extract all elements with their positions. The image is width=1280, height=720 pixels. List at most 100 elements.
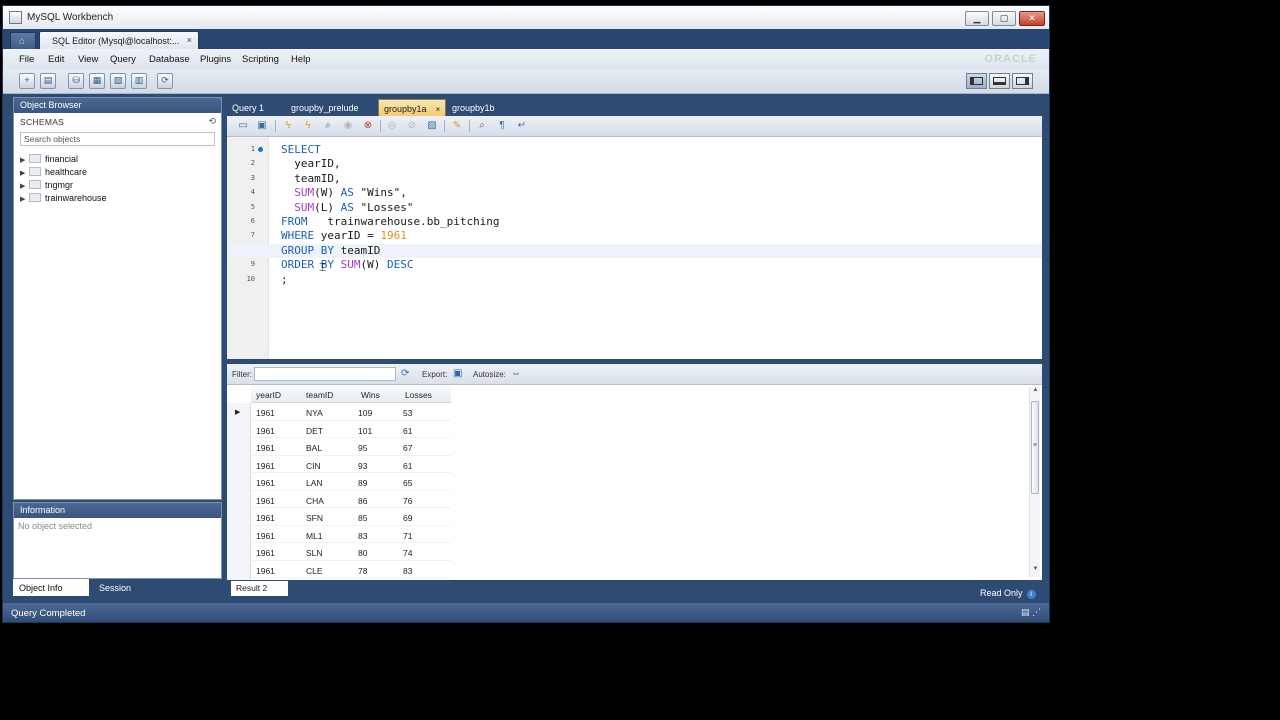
close-tab-icon[interactable]: × — [436, 105, 441, 114]
table-cell[interactable]: 78 — [358, 566, 367, 576]
table-row[interactable]: 1961 CIN 93 61 — [251, 456, 451, 473]
table-cell[interactable]: DET — [306, 426, 323, 436]
table-cell[interactable]: 101 — [358, 426, 372, 436]
table-cell[interactable]: 53 — [403, 408, 412, 418]
reconnect-icon[interactable]: ⟳ — [157, 73, 173, 89]
search-objects-input[interactable] — [20, 132, 215, 146]
schema-item-financial[interactable]: ▶ financial — [20, 154, 78, 166]
table-cell[interactable]: SFN — [306, 513, 323, 523]
home-tab[interactable]: ⌂ — [10, 32, 36, 49]
info-icon[interactable]: i — [1026, 590, 1036, 599]
table-cell[interactable]: CIN — [306, 461, 321, 471]
code-line[interactable]: teamID, — [281, 172, 1042, 186]
code-line[interactable]: ORDER BY SUM(W) DESC — [281, 258, 1042, 272]
menu-scripting[interactable]: Scripting — [242, 54, 279, 65]
create-schema-icon[interactable]: ⛁ — [68, 73, 84, 89]
table-cell[interactable]: 83 — [358, 531, 367, 541]
table-cell[interactable]: 1961 — [256, 566, 275, 576]
minimize-button[interactable]: ▁ — [965, 11, 989, 26]
toggle-stop-on-error-icon[interactable]: ⊗ — [361, 119, 375, 133]
stop-icon[interactable]: ◉ — [341, 119, 355, 133]
table-cell[interactable]: 1961 — [256, 443, 275, 453]
table-cell[interactable]: 89 — [358, 478, 367, 488]
maximize-button[interactable]: ▢ — [992, 11, 1016, 26]
column-header-teamid[interactable]: teamID — [306, 390, 333, 400]
open-file-icon[interactable]: ▭ — [236, 119, 250, 133]
invisible-chars-icon[interactable]: ¶ — [495, 119, 509, 133]
menu-view[interactable]: View — [78, 54, 98, 65]
table-cell[interactable]: 1961 — [256, 548, 275, 558]
table-row[interactable]: 1961 SFN 85 69 — [251, 508, 451, 526]
table-cell[interactable]: 71 — [403, 531, 412, 541]
tab-query-1[interactable]: Query 1 — [227, 99, 269, 116]
toggle-output-icon[interactable] — [989, 73, 1010, 89]
table-row[interactable]: 1961 CHA 86 76 — [251, 491, 451, 508]
table-cell[interactable]: 95 — [358, 443, 367, 453]
table-cell[interactable]: 1961 — [256, 461, 275, 471]
table-cell[interactable]: 1961 — [256, 513, 275, 523]
table-cell[interactable]: BAL — [306, 443, 322, 453]
table-cell[interactable]: 67 — [403, 443, 412, 453]
open-sql-script-icon[interactable]: ▤ — [40, 73, 56, 89]
table-row[interactable]: 1961 LAN 89 65 — [251, 473, 451, 491]
table-cell[interactable]: 69 — [403, 513, 412, 523]
table-cell[interactable]: 1961 — [256, 531, 275, 541]
rollback-icon[interactable]: ⊘ — [405, 119, 419, 133]
table-row[interactable]: 1961 CLE 78 83 — [251, 561, 451, 578]
table-cell[interactable]: 85 — [358, 513, 367, 523]
execute-icon[interactable]: ϟ — [281, 119, 295, 133]
table-cell[interactable]: LAN — [306, 478, 323, 488]
table-row[interactable]: 1961 SLN 80 74 — [251, 543, 451, 561]
table-cell[interactable]: 93 — [358, 461, 367, 471]
toggle-sidebar-icon[interactable] — [966, 73, 987, 89]
column-header-yearid[interactable]: yearID — [256, 390, 281, 400]
menu-database[interactable]: Database — [149, 54, 190, 65]
tab-groupby-prelude[interactable]: groupby_prelude — [286, 99, 364, 116]
table-cell[interactable]: 86 — [358, 496, 367, 506]
menu-help[interactable]: Help — [291, 54, 311, 65]
code-line[interactable]: GROUP BY teamID — [227, 243, 1042, 259]
close-tab-icon[interactable]: × — [187, 35, 192, 45]
menu-query[interactable]: Query — [110, 54, 136, 65]
code-line[interactable]: FROM trainwarehouse.bb_pitching — [281, 215, 1042, 229]
scroll-up-icon[interactable]: ▲ — [1030, 387, 1041, 398]
execute-current-icon[interactable]: ϟ — [301, 119, 315, 133]
wrap-lines-icon[interactable]: ↵ — [515, 119, 529, 133]
table-cell[interactable]: 1961 — [256, 426, 275, 436]
sql-editor-tab[interactable]: SQL Editor (Mysql@localhost:... × — [39, 31, 199, 49]
table-cell[interactable]: 1961 — [256, 478, 275, 488]
create-table-icon[interactable]: ▦ — [89, 73, 105, 89]
sql-editor[interactable]: 12345678910 SELECT yearID, teamID, SUM(W… — [227, 137, 1042, 359]
new-sql-tab-icon[interactable]: + — [19, 73, 35, 89]
scrollbar-thumb[interactable]: ≡ — [1031, 401, 1039, 494]
table-cell[interactable]: 80 — [358, 548, 367, 558]
scroll-down-icon[interactable]: ▼ — [1030, 566, 1041, 577]
table-cell[interactable]: 74 — [403, 548, 412, 558]
autocommit-icon[interactable]: ▨ — [425, 119, 439, 133]
schema-item-trainwarehouse[interactable]: ▶ trainwarehouse — [20, 193, 107, 205]
table-cell[interactable]: 109 — [358, 408, 372, 418]
tab-result-2[interactable]: Result 2 — [231, 581, 288, 596]
table-cell[interactable]: 1961 — [256, 408, 275, 418]
expand-arrow-icon[interactable]: ▶ — [20, 156, 29, 164]
table-cell[interactable]: CHA — [306, 496, 324, 506]
schema-item-healthcare[interactable]: ▶ healthcare — [20, 167, 87, 179]
table-row[interactable]: 1961 ML1 83 71 — [251, 526, 451, 543]
table-cell[interactable]: 61 — [403, 461, 412, 471]
table-row[interactable]: 1961 NYA 109 53 — [251, 403, 451, 421]
table-cell[interactable]: 65 — [403, 478, 412, 488]
table-row[interactable]: 1961 DET 101 61 — [251, 421, 451, 438]
code-line[interactable]: SUM(W) AS "Wins", — [281, 186, 1042, 200]
table-cell[interactable]: CLE — [306, 566, 323, 576]
code-line[interactable]: WHERE yearID = 1961 — [281, 229, 1042, 243]
expand-arrow-icon[interactable]: ▶ — [20, 195, 29, 203]
vertical-scrollbar[interactable]: ▲ ≡ ▼ — [1029, 387, 1040, 577]
refresh-results-icon[interactable]: ⟳ — [401, 368, 409, 379]
beautify-icon[interactable]: ✎ — [450, 119, 464, 133]
table-cell[interactable]: 61 — [403, 426, 412, 436]
table-cell[interactable]: 1961 — [256, 496, 275, 506]
find-icon[interactable]: ⌕ — [475, 119, 489, 133]
table-cell[interactable]: NYA — [306, 408, 323, 418]
code-line[interactable]: yearID, — [281, 157, 1042, 171]
tab-object-info[interactable]: Object Info — [13, 579, 89, 596]
